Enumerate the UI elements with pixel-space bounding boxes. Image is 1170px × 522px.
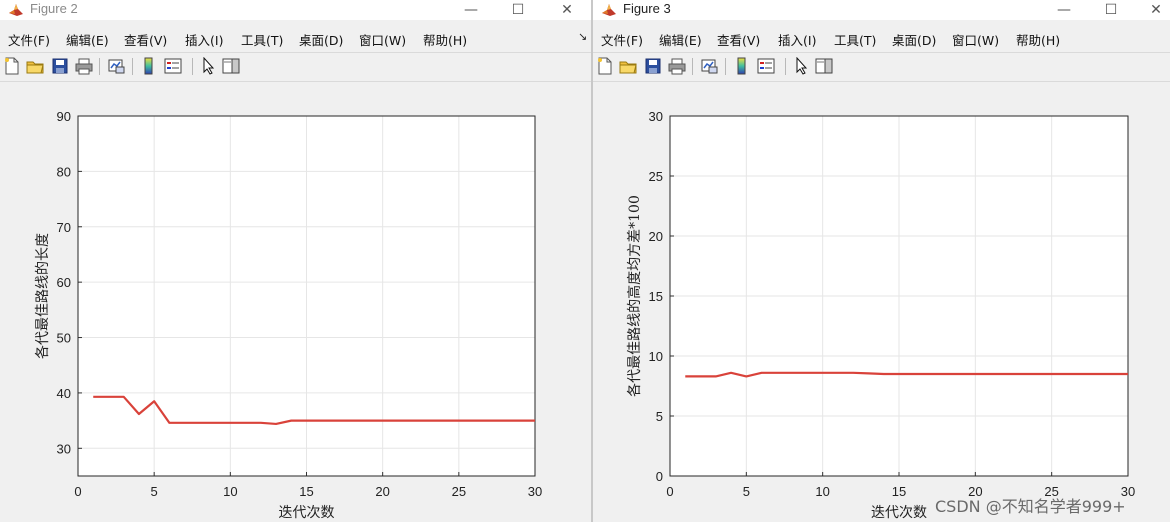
y-axis-label: 各代最佳路线的高度均方差*100 [626,195,643,397]
x-tick-label: 5 [743,484,750,499]
x-tick-label: 25 [452,484,466,499]
close-button[interactable]: ✕ [544,0,590,20]
colorbar-icon[interactable] [733,57,751,75]
x-tick-label: 0 [666,484,673,499]
menu-bar: 文件(F) 编辑(E) 查看(V) 插入(I) 工具(T) 桌面(D) 窗口(W… [0,25,592,51]
y-tick-label: 80 [57,164,71,179]
legend-icon[interactable] [757,57,775,75]
figure-toolbar [593,52,1170,82]
plot-area[interactable]: 0 5 10 15 20 25 30 30 40 50 60 70 80 90 迭代次数 各代最佳路线的长度 [0,82,592,522]
menu-edit[interactable]: 编辑(E) [66,30,109,49]
print-icon[interactable] [668,57,686,75]
save-icon[interactable] [644,57,662,75]
new-file-icon[interactable] [3,57,21,75]
maximize-icon: ☐ [1104,2,1118,18]
minimize-icon: — [464,2,478,18]
x-tick-label: 30 [528,484,542,499]
y-tick-label: 30 [57,441,71,456]
y-tick-label: 20 [649,229,663,244]
figure-2-window: Figure 2 — ☐ ✕ 文件(F) 编辑(E) 查看(V) 插入(I) 工… [0,0,592,522]
menu-overflow-icon[interactable]: ↘ [578,30,587,43]
y-tick-label: 50 [57,331,71,346]
close-icon: ✕ [1150,2,1162,18]
x-tick-label: 20 [375,484,389,499]
x-tick-label: 5 [151,484,158,499]
y-tick-label: 60 [57,275,71,290]
window-title: Figure 2 [30,1,78,16]
x-tick-label: 15 [892,484,906,499]
menu-view[interactable]: 查看(V) [717,30,760,49]
maximize-icon: ☐ [511,2,525,18]
close-button[interactable]: ✕ [1133,0,1170,20]
y-tick-label: 5 [656,409,663,424]
x-axis-label: 迭代次数 [279,505,335,521]
x-tick-label: 0 [74,484,81,499]
menu-insert[interactable]: 插入(I) [185,30,223,49]
menu-tools[interactable]: 工具(T) [241,30,283,49]
toolbar-separator [725,58,726,75]
x-tick-label: 15 [299,484,313,499]
menu-file[interactable]: 文件(F) [8,30,50,49]
open-folder-icon[interactable] [26,57,44,75]
toolbar-separator [692,58,693,75]
y-axis-label: 各代最佳路线的长度 [35,233,51,359]
matlab-icon [602,4,616,16]
menu-view[interactable]: 查看(V) [124,30,167,49]
close-icon: ✕ [561,2,573,18]
maximize-button[interactable]: ☐ [1088,0,1134,20]
y-tick-label: 15 [649,289,663,304]
menu-help[interactable]: 帮助(H) [423,30,467,49]
y-tick-label: 0 [656,469,663,484]
new-file-icon[interactable] [596,57,614,75]
open-folder-icon[interactable] [619,57,637,75]
save-icon[interactable] [51,57,69,75]
figure-3-window: Figure 3 — ☐ ✕ 文件(F) 编辑(E) 查看(V) 插入(I) 工… [593,0,1170,522]
menu-help[interactable]: 帮助(H) [1016,30,1060,49]
watermark: CSDN @不知名学者999+ [935,497,1126,516]
menu-bar: 文件(F) 编辑(E) 查看(V) 插入(I) 工具(T) 桌面(D) 窗口(W… [593,25,1170,51]
y-tick-label: 30 [649,109,663,124]
menu-window[interactable]: 窗口(W) [952,30,999,49]
menu-tools[interactable]: 工具(T) [834,30,876,49]
maximize-button[interactable]: ☐ [495,0,541,20]
menu-edit[interactable]: 编辑(E) [659,30,702,49]
figure-toolbar [0,52,592,82]
legend-icon[interactable] [164,57,182,75]
y-tick-label: 40 [57,386,71,401]
minimize-icon: — [1057,2,1071,18]
pointer-icon[interactable] [793,57,811,75]
link-plot-icon[interactable] [700,57,718,75]
plot-area[interactable]: 0 5 10 15 20 25 30051015202530迭代次数各代最佳路线的高度均方差… [593,82,1170,522]
print-icon[interactable] [75,57,93,75]
x-tick-label: 10 [223,484,237,499]
property-editor-icon[interactable] [222,57,240,75]
link-plot-icon[interactable] [107,57,125,75]
toolbar-separator [785,58,786,75]
toolbar-separator [192,58,193,75]
toolbar-separator [99,58,100,75]
window-title: Figure 3 [623,1,671,16]
matlab-icon [9,4,23,16]
y-tick-label: 70 [57,220,71,235]
x-axis-label: 迭代次数 [871,505,927,521]
y-tick-label: 90 [57,109,71,124]
property-editor-icon[interactable] [815,57,833,75]
pointer-icon[interactable] [200,57,218,75]
menu-file[interactable]: 文件(F) [601,30,643,49]
menu-insert[interactable]: 插入(I) [778,30,816,49]
y-tick-label: 25 [649,169,663,184]
menu-window[interactable]: 窗口(W) [359,30,406,49]
minimize-button[interactable]: — [1041,0,1087,20]
y-tick-label: 10 [649,349,663,364]
minimize-button[interactable]: — [448,0,494,20]
title-bar[interactable]: Figure 3 — ☐ ✕ [593,0,1170,20]
menu-desktop[interactable]: 桌面(D) [299,30,343,49]
toolbar-separator [132,58,133,75]
x-tick-label: 10 [815,484,829,499]
title-bar[interactable]: Figure 2 — ☐ ✕ [0,0,592,20]
menu-desktop[interactable]: 桌面(D) [892,30,936,49]
colorbar-icon[interactable] [140,57,158,75]
